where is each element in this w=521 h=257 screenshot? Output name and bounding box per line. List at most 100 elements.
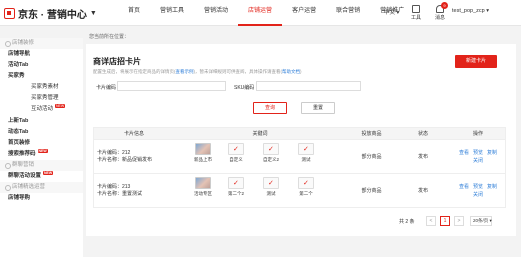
target-goods: 部分商品 <box>361 154 382 160</box>
sidebar-item-activity-tab[interactable]: 活动Tab <box>0 60 83 71</box>
sidebar-item-dynamic-tab[interactable]: 动态Tab <box>0 127 83 138</box>
breadcrumb: 您当前所在位置： <box>89 34 130 40</box>
checkmark-icon <box>298 143 314 155</box>
close-link[interactable]: 关闭 <box>473 192 483 198</box>
sidebar-item-buyer-material[interactable]: 买家秀素材 <box>0 82 83 93</box>
keyword-label: 新品上市 <box>194 157 212 162</box>
username: test_pop_zcp <box>452 8 485 14</box>
keyword-label: 第二个2 <box>227 191 244 196</box>
sidebar: 店铺装修 店铺导航 活动Tab 买家秀 买家秀素材 买家秀管理 互动活动 NEW … <box>0 38 83 257</box>
page-description: 配置生成后，将展示在指定商品的详情页(查看示例)，暂未详细规则可供查阅，具体操作… <box>93 69 302 74</box>
keyword-label: 活动专区 <box>194 191 212 196</box>
page-1-button[interactable]: 1 <box>440 216 450 226</box>
tools-button[interactable]: 工具 <box>408 5 424 21</box>
card-info: 卡片编码：213 卡片名称：重置测试 <box>97 184 142 198</box>
help-doc-link[interactable]: 帮助文档 <box>282 69 300 74</box>
sidebar-item-interact[interactable]: 互动活动 NEW <box>0 104 83 115</box>
card-info: 卡片编码：212 卡片名称：新品促销发布 <box>97 150 152 164</box>
sidebar-item-new-tab[interactable]: 上新Tab <box>0 116 83 127</box>
keyword-label: 自定义 <box>229 157 243 162</box>
new-card-button[interactable]: 新建卡片 <box>455 55 497 68</box>
next-page-button[interactable]: > <box>454 216 464 226</box>
top-bar: 京东 · 营销中心 ▼ 首页 营销工具 营销活动 店铺运营 客户运营 联合营销 … <box>0 0 521 26</box>
nav-customer-operation[interactable]: 客户运营 <box>282 0 326 26</box>
page-title: 商详店招卡片 <box>93 57 141 66</box>
reset-button[interactable]: 重置 <box>301 102 335 114</box>
new-badge: NEW <box>43 170 54 175</box>
nav-home[interactable]: 首页 <box>118 0 150 26</box>
view-link[interactable]: 查看 <box>459 184 469 190</box>
message-count-badge: 9 <box>441 2 448 9</box>
keyword-item[interactable]: 新品上市 <box>188 143 218 163</box>
sidebar-item-home[interactable]: 首页装修 <box>0 138 83 149</box>
checkmark-icon <box>298 177 314 189</box>
tools-label: 工具 <box>410 15 421 21</box>
page-size-select[interactable]: 20条/页 ▾ <box>470 216 492 226</box>
sidebar-item-shop-guide[interactable]: 店铺导购 <box>0 193 83 204</box>
preview-link[interactable]: 预览 <box>473 184 483 190</box>
keyword-label: 第二个 <box>299 191 313 196</box>
search-button[interactable]: 查询 <box>253 102 287 114</box>
sku-input[interactable] <box>256 81 361 91</box>
row-actions: 查看 预览 复制 关闭 <box>449 183 507 199</box>
example-link[interactable]: 查看示例 <box>176 69 194 74</box>
checkmark-icon <box>228 177 244 189</box>
card-code-label: 卡片编码 <box>96 85 117 91</box>
jd-logo-icon <box>4 7 15 19</box>
sidebar-group-shop-selection[interactable]: 店铺精选运营 <box>0 182 83 194</box>
table-row: 卡片编码：213 卡片名称：重置测试 活动专区 第二个2 测试 第二个 部分商品… <box>93 174 506 208</box>
card-name: 卡片名称：新品促销发布 <box>97 157 153 163</box>
sidebar-item-interact-label: 互动活动 <box>31 106 54 113</box>
sidebar-item-group-chat-label: 群聊活动设置 <box>8 172 42 179</box>
sidebar-group-group-chat[interactable]: 群聊营销 <box>0 159 83 171</box>
sku-label: SKU编码 <box>234 85 255 91</box>
sidebar-group-decoration[interactable]: 店铺装修 <box>0 38 83 49</box>
copy-link[interactable]: 复制 <box>487 150 497 156</box>
sidebar-item-search[interactable]: 搜索推荐码 NEW <box>0 148 83 160</box>
keyword-item[interactable]: 第二个 <box>291 177 321 197</box>
nav-marketing-activity[interactable]: 营销活动 <box>194 0 238 26</box>
status-text: 发布 <box>417 188 428 194</box>
chevron-down-icon[interactable]: ▼ <box>90 10 97 17</box>
sidebar-item-group-chat[interactable]: 群聊活动设置 NEW <box>0 170 83 182</box>
keyword-item[interactable]: 自定义2 <box>256 143 286 163</box>
keyword-item[interactable]: 测试 <box>291 143 321 163</box>
view-link[interactable]: 查看 <box>459 150 469 156</box>
messages-button[interactable]: 9 消息 <box>432 2 448 21</box>
sidebar-item-buyer-manage[interactable]: 买家秀管理 <box>0 93 83 104</box>
status-text: 发布 <box>417 154 428 160</box>
page-size-value: 20条/页 <box>473 218 489 223</box>
nav-store-operation[interactable]: 店铺运营 <box>238 0 283 26</box>
row-actions: 查看 预览 复制 关闭 <box>449 149 507 165</box>
language-label: 中文 <box>384 10 396 16</box>
keyword-label: 自定义2 <box>262 157 279 162</box>
preview-link[interactable]: 预览 <box>473 150 483 156</box>
main-nav: 首页 营销工具 营销活动 店铺运营 客户运营 联合营销 营销推广 <box>118 0 414 26</box>
sidebar-item-nav[interactable]: 店铺导航 <box>0 49 83 60</box>
keyword-item[interactable]: 第二个2 <box>221 177 251 197</box>
sidebar-item-buyer-show[interactable]: 买家秀 <box>0 71 83 82</box>
prev-page-button[interactable]: < <box>426 216 436 226</box>
checkmark-icon <box>263 177 279 189</box>
nav-marketing-tools[interactable]: 营销工具 <box>150 0 194 26</box>
keyword-item[interactable]: 活动专区 <box>188 177 218 197</box>
messages-label: 消息 <box>434 15 445 21</box>
product-thumbnail <box>195 177 211 189</box>
new-badge: NEW <box>37 148 48 153</box>
language-switch[interactable]: 中文 ▾ <box>384 8 399 16</box>
product-thumbnail <box>195 143 211 155</box>
desc-text-2: ，暂未详细规则可供查阅，具体操作请查看 <box>195 69 281 74</box>
toolbox-icon <box>412 5 420 13</box>
main-card: 商详店招卡片 配置生成后，将展示在指定商品的详情页(查看示例)，暂未详细规则可供… <box>86 44 516 236</box>
keyword-item[interactable]: 测试 <box>256 177 286 197</box>
table-header: 卡片信息 关键词 投放商品 状态 操作 <box>93 127 506 140</box>
desc-text-1: 配置生成后，将展示在指定商品的详情页 <box>93 69 174 74</box>
card-code-input[interactable] <box>117 81 226 91</box>
keyword-item[interactable]: 自定义 <box>221 143 251 163</box>
nav-joint-marketing[interactable]: 联合营销 <box>326 0 370 26</box>
copy-link[interactable]: 复制 <box>487 184 497 190</box>
user-menu[interactable]: test_pop_zcp ▾ <box>452 8 489 14</box>
table-row: 卡片编码：212 卡片名称：新品促销发布 新品上市 自定义 自定义2 测试 部分… <box>93 140 506 174</box>
close-link[interactable]: 关闭 <box>473 158 483 164</box>
brand-logo[interactable]: 京东 · 营销中心 ▼ <box>4 6 97 21</box>
